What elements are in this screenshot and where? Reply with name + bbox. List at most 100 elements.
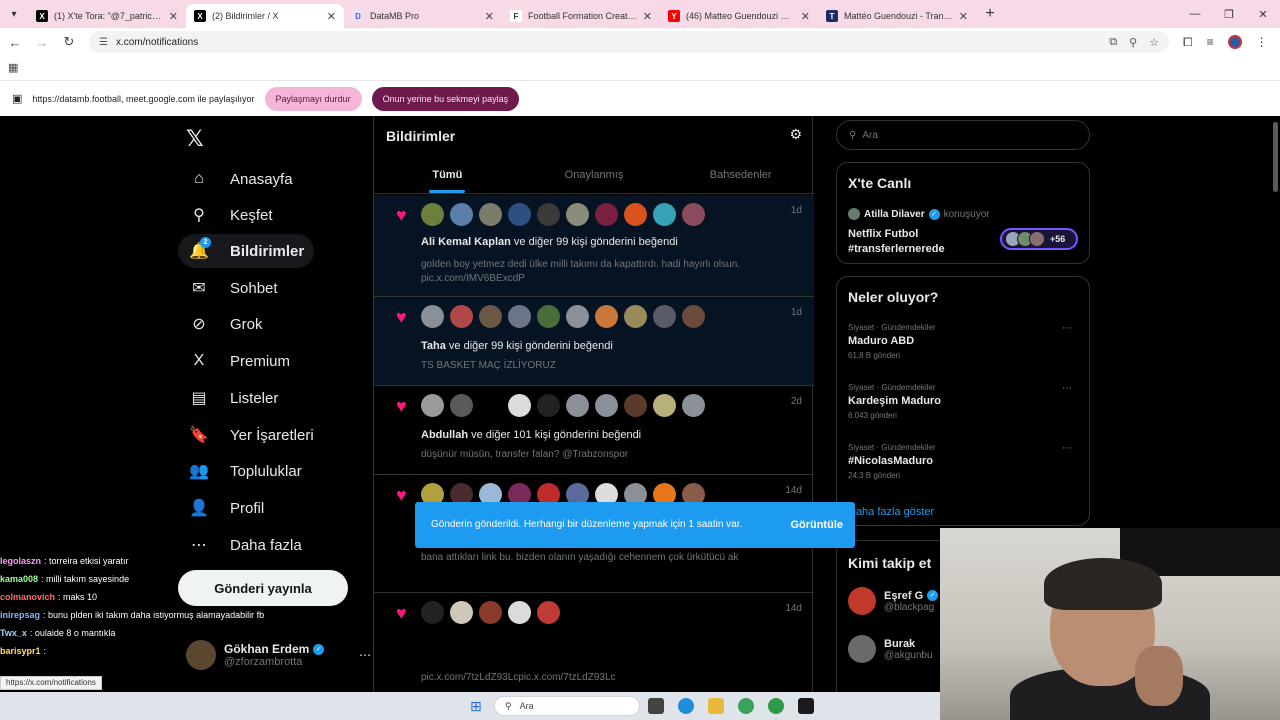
task-view-icon[interactable]	[648, 698, 664, 714]
apps-grid-icon[interactable]: ▦	[8, 61, 18, 74]
file-explorer-icon[interactable]	[708, 698, 724, 714]
avatar[interactable]	[653, 394, 676, 417]
avatar[interactable]	[479, 601, 502, 624]
avatar[interactable]	[624, 305, 647, 328]
avatar[interactable]	[624, 203, 647, 226]
tab-mentions[interactable]: Bahsedenler	[667, 156, 814, 193]
post-snippet[interactable]: TS BASKET MAÇ İZLİYORUZ	[421, 359, 771, 373]
tab-close-icon[interactable]: ✕	[169, 10, 178, 23]
avatar[interactable]	[450, 203, 473, 226]
avatar[interactable]	[508, 305, 531, 328]
extensions-icon[interactable]: ⧠	[1183, 35, 1193, 50]
browser-tab[interactable]: Y (46) Matteo Guendouzi ● Welc ✕	[660, 4, 818, 28]
tab-close-icon[interactable]: ✕	[801, 10, 810, 23]
avatar[interactable]	[595, 203, 618, 226]
chrome-icon[interactable]	[738, 698, 754, 714]
notification-item[interactable]: ♥ 2d Abdullah ve diğer 101 kişi gönderini …	[374, 386, 814, 475]
avatar[interactable]	[624, 394, 647, 417]
restore-icon[interactable]: ❐	[1212, 8, 1246, 21]
zoom-icon[interactable]: ⚲	[1129, 36, 1137, 49]
avatar[interactable]	[566, 394, 589, 417]
avatar[interactable]	[566, 305, 589, 328]
trend-item[interactable]: Siyaset · Gündemdekiler Kardeşim Maduro 6.…	[848, 383, 1078, 420]
tab-all[interactable]: Tümü	[374, 156, 521, 193]
browser-tab[interactable]: X (1) X'te Tora: "@7_patrickberg G ✕	[28, 4, 186, 28]
avatar[interactable]	[479, 394, 502, 417]
windows-start-icon[interactable]: ⊞	[470, 698, 482, 715]
tab-close-icon[interactable]: ✕	[327, 10, 336, 23]
site-info-icon[interactable]: ☰	[99, 37, 108, 48]
avatar[interactable]	[421, 305, 444, 328]
tab-close-icon[interactable]: ✕	[643, 10, 652, 23]
more-dots-icon[interactable]: ⋯	[1062, 323, 1072, 334]
nav-item-mail[interactable]: ✉ Sohbet	[178, 271, 288, 305]
install-app-icon[interactable]: ⧉	[1109, 36, 1117, 49]
follow-suggestion[interactable]: Burak @akgunbu	[848, 635, 933, 663]
avatar[interactable]	[537, 394, 560, 417]
avatar[interactable]	[421, 601, 444, 624]
avatar[interactable]	[595, 305, 618, 328]
nav-item-people[interactable]: 👥 Topluluklar	[178, 454, 312, 488]
avatar[interactable]	[450, 305, 473, 328]
nav-item-bell[interactable]: 🔔 2 Bildirimler	[178, 234, 315, 268]
trend-item[interactable]: Siyaset · Gündemdekiler #NicolasMaduro 24,…	[848, 443, 1078, 480]
post-snippet[interactable]: golden boy yetmez dedi ülke milli takımı…	[421, 258, 771, 286]
avatar[interactable]	[479, 203, 502, 226]
edge-icon[interactable]	[678, 698, 694, 714]
settings-gear-icon[interactable]: ⚙	[789, 126, 802, 143]
avatar[interactable]	[537, 305, 560, 328]
tab-close-icon[interactable]: ✕	[485, 10, 494, 23]
nav-item-x[interactable]: X Premium	[178, 344, 300, 378]
avatar[interactable]	[682, 305, 705, 328]
nav-item-bookmark[interactable]: 🔖 Yer İşaretleri	[178, 418, 324, 452]
browser-tab[interactable]: X (2) Bildirimler / X ✕	[186, 4, 344, 28]
browser-tab[interactable]: D DataMB Pro ✕	[344, 4, 502, 28]
trend-item[interactable]: Siyaset · Gündemdekiler Maduro ABD 61,8 B …	[848, 323, 1078, 360]
x-logo-icon[interactable]: 𝕏	[186, 126, 204, 152]
follow-suggestion[interactable]: Eşref G ✓ @blackpag	[848, 587, 939, 615]
avatar[interactable]	[421, 394, 444, 417]
new-tab-button[interactable]: +	[976, 5, 1004, 23]
space-listeners[interactable]: +56	[1000, 228, 1078, 250]
avatar[interactable]	[508, 203, 531, 226]
avatar[interactable]	[653, 305, 676, 328]
avatar[interactable]	[479, 305, 502, 328]
avatar[interactable]	[508, 394, 531, 417]
close-window-icon[interactable]: ✕	[1246, 8, 1280, 21]
notification-user[interactable]: Ali Kemal Kaplan	[421, 236, 511, 248]
toast-view-button[interactable]: Görüntüle	[790, 519, 843, 531]
tab-search-menu[interactable]: ▾	[0, 0, 28, 28]
avatar[interactable]	[595, 394, 618, 417]
avatar[interactable]	[537, 601, 560, 624]
post-snippet[interactable]: düşünür müsün, transfer falan? @Trabzons…	[421, 448, 771, 462]
nav-item-person[interactable]: 👤 Profil	[178, 491, 274, 525]
notification-user[interactable]: Abdullah	[421, 429, 468, 441]
reload-icon[interactable]: ↻	[57, 34, 81, 50]
avatar[interactable]	[653, 203, 676, 226]
avatar[interactable]	[508, 601, 531, 624]
browser-tab[interactable]: T Mattéo Guendouzi - Transfer ge ✕	[818, 4, 976, 28]
tab-verified[interactable]: Onaylanmış	[521, 156, 668, 193]
page-scrollbar[interactable]	[1273, 122, 1278, 192]
show-more-link[interactable]: Daha fazla göster	[848, 506, 934, 518]
back-icon[interactable]: ←	[3, 35, 27, 50]
nav-item-home[interactable]: ⌂ Anasayfa	[178, 162, 303, 196]
media-controls-icon[interactable]: ≡	[1207, 35, 1214, 49]
browser-menu-icon[interactable]: ⋮	[1256, 35, 1268, 49]
address-bar[interactable]: ☰ x.com/notifications ⧉ ⚲ ☆	[89, 31, 1169, 53]
share-this-tab-button[interactable]: Onun yerine bu sekmeyi paylaş	[371, 86, 520, 111]
avatar[interactable]	[682, 394, 705, 417]
search-input[interactable]: ⚲ Ara	[836, 120, 1090, 150]
notification-item[interactable]: ♥ 1d Ali Kemal Kaplan ve diğer 99 kişi gön…	[374, 195, 814, 297]
profile-avatar-icon[interactable]	[1227, 35, 1242, 49]
avatar[interactable]	[682, 203, 705, 226]
browser-tab[interactable]: F Football Formation Creator: Re ✕	[502, 4, 660, 28]
notification-user[interactable]: Taha	[421, 340, 446, 352]
notification-item[interactable]: ♥ 1d Taha ve diğer 99 kişi gönderini beğen…	[374, 297, 814, 386]
space-title[interactable]: Netflix Futbol #transferlernerede	[848, 227, 998, 257]
post-snippet[interactable]: pic.x.com/7tzLdZ93Lcpic.x.com/7tzLdZ93Lc	[421, 671, 771, 685]
chrome-profile-icon[interactable]	[768, 698, 784, 714]
avatar[interactable]	[450, 394, 473, 417]
avatar[interactable]	[566, 203, 589, 226]
nav-item-list[interactable]: ▤ Listeler	[178, 381, 288, 415]
